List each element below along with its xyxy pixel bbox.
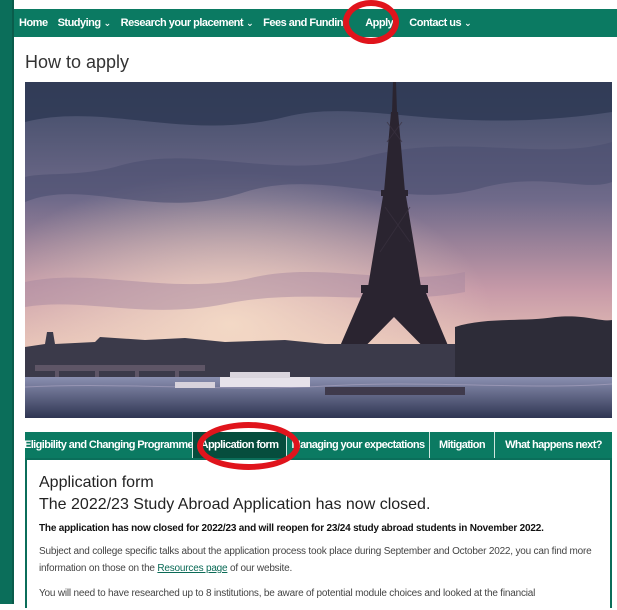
tab-managing-expectations[interactable]: Managing your expectations bbox=[287, 432, 430, 458]
tab-application-form[interactable]: Application form bbox=[193, 432, 287, 458]
nav-contact-us[interactable]: Contact us ⌄ bbox=[404, 9, 476, 37]
nav-contact-label: Contact us bbox=[409, 17, 462, 29]
nav-home[interactable]: Home bbox=[14, 9, 53, 37]
tab-eligibility[interactable]: Eligibility and Changing Programme bbox=[23, 432, 194, 458]
tab-eligibility-label: Eligibility and Changing Programme bbox=[23, 439, 194, 451]
nav-apply[interactable]: Apply bbox=[360, 9, 398, 37]
tab-panel-application-form: Application form The 2022/23 Study Abroa… bbox=[25, 458, 612, 608]
nav-home-label: Home bbox=[19, 17, 48, 29]
tab-managing-label: Managing your expectations bbox=[291, 439, 426, 451]
talks-paragraph: Subject and college specific talks about… bbox=[39, 543, 599, 577]
tab-mitigation[interactable]: Mitigation bbox=[430, 432, 495, 458]
tab-mitigation-label: Mitigation bbox=[439, 439, 486, 451]
nav-studying-label: Studying bbox=[57, 17, 102, 29]
nav-fees-label: Fees and Funding bbox=[263, 17, 350, 29]
nav-studying[interactable]: Studying ⌄ bbox=[53, 9, 116, 37]
tab-application-form-label: Application form bbox=[200, 439, 279, 451]
left-accent-bar bbox=[0, 0, 14, 604]
resources-page-link[interactable]: Resources page bbox=[157, 563, 227, 574]
nav-fees-and-funding[interactable]: Fees and Funding bbox=[258, 9, 354, 37]
nav-research-your-placement[interactable]: Research your placement ⌄ bbox=[116, 9, 258, 37]
page-title: How to apply bbox=[25, 52, 130, 72]
panel-heading: Application form bbox=[39, 474, 154, 491]
nav-apply-label: Apply bbox=[365, 17, 394, 29]
research-paragraph: You will need to have researched up to 8… bbox=[39, 588, 536, 599]
talks-text: Subject and college specific talks about… bbox=[39, 546, 592, 574]
main-nav: Home Studying ⌄ Research your placement … bbox=[14, 9, 617, 37]
chevron-down-icon: ⌄ bbox=[464, 17, 472, 28]
talks-text-end: of our website. bbox=[227, 563, 293, 574]
chevron-down-icon: ⌄ bbox=[246, 17, 254, 28]
content-tabs: Eligibility and Changing Programme Appli… bbox=[23, 432, 612, 458]
closed-notice: The application has now closed for 2022/… bbox=[39, 523, 544, 534]
hero-image-eiffel-tower bbox=[25, 82, 612, 418]
nav-research-label: Research your placement bbox=[120, 17, 244, 29]
chevron-down-icon: ⌄ bbox=[103, 17, 112, 28]
tab-what-happens-next-label: What happens next? bbox=[505, 439, 602, 451]
panel-subheading: The 2022/23 Study Abroad Application has… bbox=[39, 496, 431, 513]
tab-what-happens-next[interactable]: What happens next? bbox=[495, 432, 612, 458]
